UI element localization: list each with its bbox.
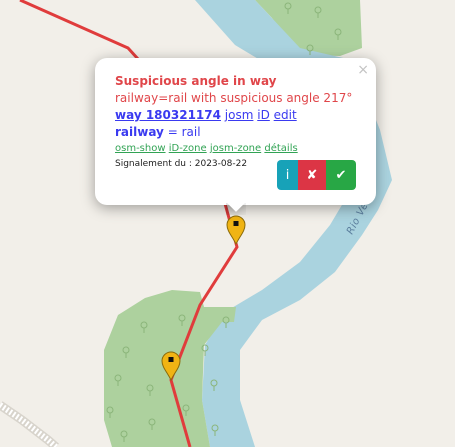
details-link[interactable]: détails [264,143,297,154]
id-zone-link[interactable]: iD-zone [169,143,207,154]
tag-value: rail [181,125,201,139]
fixed-button[interactable]: ✔ [326,160,356,190]
id-link[interactable]: iD [257,108,270,122]
marker-icon [233,221,239,226]
osm-show-link[interactable]: osm-show [115,143,166,154]
tag-equals: = [163,125,182,139]
info-button[interactable]: i [277,160,298,190]
way-link[interactable]: way 180321174 [115,108,221,122]
close-icon[interactable]: × [357,62,369,78]
issue-title: Suspicious angle in way [115,74,277,88]
tag-key: railway [115,125,164,139]
action-buttons: i ✘ ✔ [277,160,356,190]
false-positive-button[interactable]: ✘ [298,160,326,190]
edit-link[interactable]: edit [274,108,297,122]
issue-subtitle: railway=rail with suspicious angle 217° [115,91,353,105]
tag-line: railway = rail [115,124,356,140]
josm-zone-link[interactable]: josm-zone [210,143,261,154]
tool-links: osm-show iD-zone josm-zone détails [115,142,356,156]
marker-icon [168,357,174,362]
way-line: way 180321174 josm iD edit [115,107,356,123]
josm-link[interactable]: josm [225,108,254,122]
issue-popup: × Suspicious angle in way railway=rail w… [95,58,376,205]
popup-tip [226,203,246,215]
